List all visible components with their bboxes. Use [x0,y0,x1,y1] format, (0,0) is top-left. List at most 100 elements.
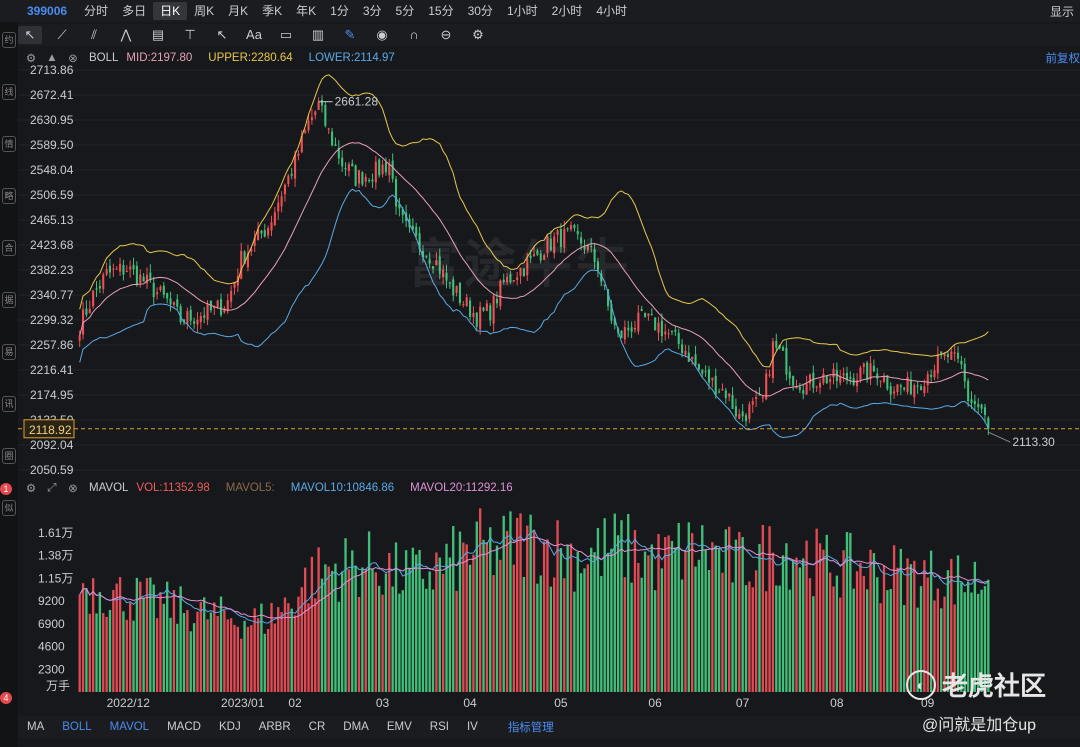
period-tab[interactable]: 1分 [323,2,356,20]
period-tab[interactable]: 年K [289,2,323,20]
period-bar: 399006 分时 多日 日K 周K 月K 季K 年K 1分 3分 5分 15分 30分 1小时 2小时 4… [0,0,1080,22]
indicator-tab[interactable]: CR [300,721,335,733]
indicator-tab[interactable]: MAVOL [101,721,158,733]
indicator-tab[interactable]: DMA [334,721,378,733]
candle-body [327,128,330,130]
rail-item[interactable]: 讯 [2,396,16,412]
text-tool-icon[interactable]: Aa [242,26,266,44]
candle-body [681,344,684,354]
indicator-tab[interactable]: EMV [378,721,421,733]
volume-bar [253,608,256,692]
volume-bar [839,597,842,692]
wave-tool-icon[interactable]: ⋀ [114,26,138,44]
candle-body [273,212,276,226]
period-tab[interactable]: 季K [255,2,289,20]
volume-bar [108,609,112,692]
period-tab[interactable]: 分时 [77,2,115,20]
indicator-tab[interactable]: BOLL [53,721,100,733]
low-marker-line [988,431,1011,443]
candle-body [977,404,980,408]
lock-icon[interactable]: ⊖ [434,26,458,44]
cursor-icon[interactable]: ↖ [18,26,42,44]
indicator-tab[interactable]: ARBR [250,721,300,733]
fib-tool-icon[interactable]: ▤ [146,26,170,44]
period-tab[interactable]: 多日 [115,2,153,20]
candle-body [903,387,906,390]
channel-tool-icon[interactable]: ⫽ [82,26,106,44]
eye-icon[interactable]: ◉ [370,26,394,44]
rail-item[interactable]: 略 [2,188,16,204]
display-menu[interactable]: 显示 [1050,3,1074,20]
rail-item[interactable]: 线 [2,84,16,100]
candle-body [627,327,630,331]
candle-body [260,230,263,234]
candle-body [331,131,334,146]
candle-body [953,352,956,354]
period-tab[interactable]: 3分 [356,2,389,20]
price-tick-label: 2672.41 [30,88,74,102]
magnet-icon[interactable]: ∩ [402,26,426,44]
rail-item[interactable]: 似 [2,500,16,516]
period-tab[interactable]: 日K [153,2,188,20]
measure-tool-icon[interactable]: ▥ [306,26,330,44]
symbol-code[interactable]: 399006 [27,4,67,18]
volume-bar [515,517,519,692]
rail-item[interactable]: 情 [2,136,16,152]
indicator-tab[interactable]: RSI [421,721,458,733]
volume-bar [421,578,425,692]
indicator-tab[interactable]: MA [18,721,53,733]
volume-bar [761,524,765,692]
volume-bar [425,588,428,692]
rail-item[interactable]: 合 [2,240,16,256]
indicator-tab[interactable]: IV [458,721,487,733]
volume-bar [842,550,845,692]
price-tick-label: 2589.50 [30,138,74,152]
price-tick-label: 2506.59 [30,188,74,202]
line-tool-icon[interactable]: ⟋ [50,26,74,44]
volume-bar [879,603,882,692]
candle-body [711,377,714,381]
candle-body [650,313,653,315]
candle-body [744,415,748,422]
rail-item[interactable]: 易 [2,344,16,360]
note-tool-icon[interactable]: ▭ [274,26,298,44]
volume-bar [569,543,573,692]
volume-bar [728,526,731,692]
candle-body [916,385,919,387]
volume-bar [778,585,781,692]
period-tab[interactable]: 4小时 [589,2,634,20]
rail-item[interactable]: 约 [2,32,16,48]
volume-bar [102,613,105,692]
volume-bar [435,552,438,692]
period-tab[interactable]: 2小时 [545,2,590,20]
level-tool-icon[interactable]: ⊤ [178,26,202,44]
indicator-tab[interactable]: KDJ [210,721,250,733]
period-tab[interactable]: 15分 [421,2,460,20]
pen-icon[interactable]: ✎ [338,26,362,44]
month-label: 06 [648,696,662,710]
indicator-tab[interactable]: 指标管理 [499,719,563,735]
candle-body [896,384,899,393]
kline-chart[interactable]: 2661.28 2113.30 2713.86 2672.41 2630.95 2589… [18,46,1080,716]
settings-icon[interactable]: ⚙ [466,26,490,44]
candle-body [287,175,290,185]
period-tab[interactable]: 5分 [389,2,422,20]
indicator-tab[interactable]: MACD [158,721,210,733]
arrow-tool-icon[interactable]: ↖ [210,26,234,44]
rail-item[interactable]: 圈 [2,448,16,464]
volume-bar [674,547,677,692]
period-tab[interactable]: 月K [221,2,255,20]
volume-bar [182,613,186,692]
volume-bar [623,577,627,692]
high-price-label: 2661.28 [335,95,379,109]
rail-item[interactable]: 据 [2,292,16,308]
period-tab[interactable]: 30分 [461,2,500,20]
volume-bar [845,532,849,692]
period-tab[interactable]: 周K [187,2,221,20]
candle-body [923,386,926,394]
period-tab[interactable]: 1小时 [500,2,545,20]
candle-body [630,327,633,332]
candle-body [485,303,488,311]
candle-body [196,319,199,325]
volume-bar [724,529,728,692]
